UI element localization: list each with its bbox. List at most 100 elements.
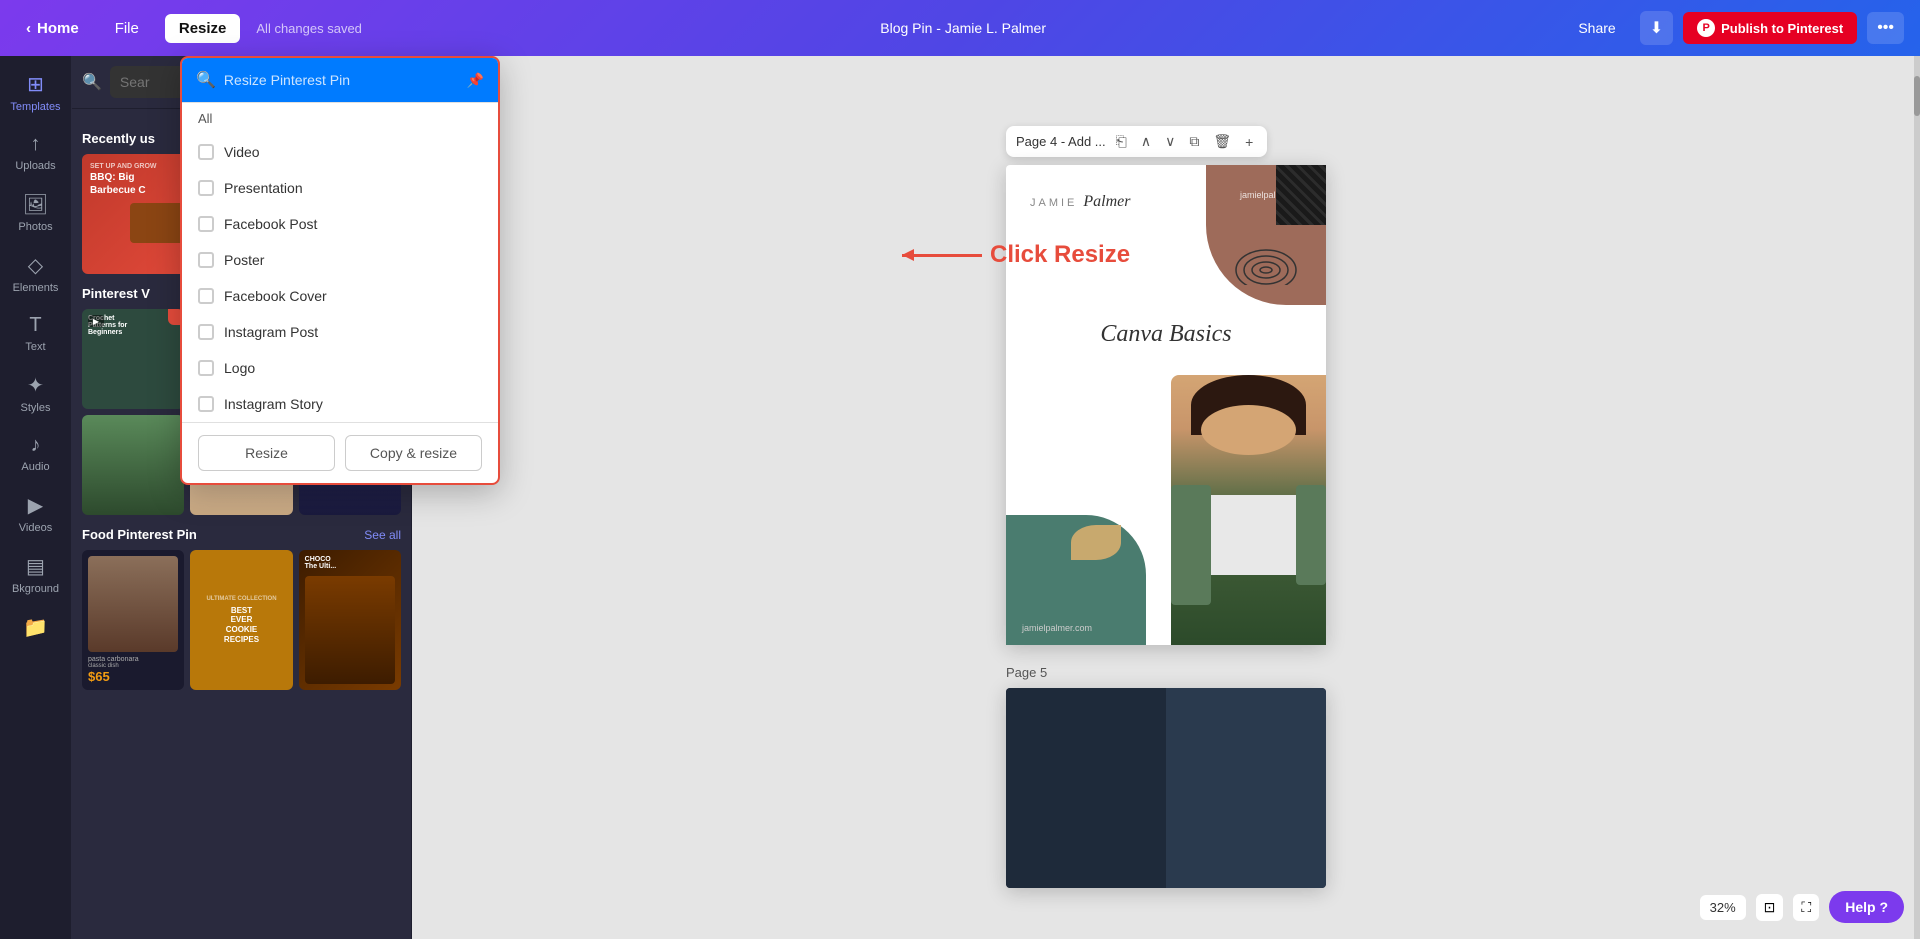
instagram-story-label: Instagram Story (224, 396, 323, 412)
page-copy-button[interactable]: ⎗ (1112, 131, 1131, 152)
cookie-card-inner: ULTIMATE COLLECTION BESTEVERCOOKIERECIPE… (190, 550, 292, 690)
page4[interactable]: JAMIE Palmer Canva Basics jamielpalmer.c… (1006, 165, 1326, 645)
sidebar-item-label: Templates (10, 101, 60, 113)
resize-option-instagram-story[interactable]: Instagram Story (182, 386, 498, 422)
logo-label: Logo (224, 360, 255, 376)
facebook-post-checkbox[interactable] (198, 216, 214, 232)
sidebar-item-styles[interactable]: ✦ Styles (4, 365, 68, 422)
choco-label: CHOCOThe Ulti... (305, 556, 395, 570)
resize-options: All Video Presentation Facebook Post Pos… (182, 103, 498, 422)
page-up-button[interactable]: ∧ (1137, 131, 1155, 152)
facebook-cover-checkbox[interactable] (198, 288, 214, 304)
sidebar-item-label: Text (25, 341, 45, 353)
resize-option-facebook-cover[interactable]: Facebook Cover (182, 278, 498, 314)
page-down-button[interactable]: ∨ (1161, 131, 1179, 152)
canvas-scrollbar[interactable] (1914, 56, 1920, 939)
pin-video-card-hands[interactable] (82, 415, 184, 515)
more-icon: ••• (1877, 19, 1894, 36)
resize-option-logo[interactable]: Logo (182, 350, 498, 386)
page4-person (1171, 375, 1326, 645)
download-button[interactable]: ⬇ (1640, 11, 1673, 45)
videos-icon: ▶ (28, 493, 43, 518)
page4-stripe-pattern (1276, 165, 1326, 225)
presentation-label: Presentation (224, 180, 303, 196)
page4-main-title: Canva Basics (1026, 320, 1306, 349)
page-delete-button[interactable]: 🗑 (1209, 131, 1235, 152)
styles-icon: ✦ (27, 373, 44, 398)
person-silhouette (1171, 375, 1326, 645)
resize-option-video[interactable]: Video (182, 134, 498, 170)
saved-text: All changes saved (256, 21, 362, 36)
sidebar-item-label: Uploads (15, 160, 55, 172)
sidebar-item-text[interactable]: T Text (4, 306, 68, 361)
food-section: Food Pinterest Pin See all pasta carbona… (82, 527, 401, 690)
sidebar-item-background[interactable]: ▤ Bkground (4, 546, 68, 603)
sidebar-item-folder[interactable]: 📁 (4, 607, 68, 648)
publish-button[interactable]: P Publish to Pinterest (1683, 12, 1857, 44)
resize-option-instagram-post[interactable]: Instagram Post (182, 314, 498, 350)
text-icon: T (29, 314, 41, 337)
resize-button[interactable]: Resize (165, 14, 241, 43)
home-button[interactable]: ‹ Home (16, 14, 89, 43)
resize-option-poster[interactable]: Poster (182, 242, 498, 278)
back-icon: ‹ (26, 20, 31, 37)
page5-inner (1006, 688, 1326, 888)
resize-option-presentation[interactable]: Presentation (182, 170, 498, 206)
food-card-choco[interactable]: CHOCOThe Ulti... (299, 550, 401, 690)
resize-actions: Resize Copy & resize (182, 422, 498, 483)
page4-container: Page 4 - Add ... ⎗ ∧ ∨ ⧉ 🗑 + (1006, 126, 1326, 645)
instagram-story-checkbox[interactable] (198, 396, 214, 412)
resize-dropdown: 🔍 📌 All Video Presentation Facebook Post… (180, 56, 500, 485)
food-card-cookie[interactable]: ULTIMATE COLLECTION BESTEVERCOOKIERECIPE… (190, 550, 292, 690)
resize-confirm-button[interactable]: Resize (198, 435, 335, 471)
pasta-card-inner: pasta carbonara classic dish $65 (82, 550, 184, 690)
zoom-page-icon[interactable]: ⊡ (1756, 894, 1784, 921)
download-icon: ⬇ (1650, 20, 1663, 37)
resize-search-icon: 🔍 (196, 70, 216, 90)
page5[interactable] (1006, 688, 1326, 888)
pin-video-card-crochet[interactable]: ▶ CrochetPatterns forBeginners (82, 309, 184, 409)
presentation-checkbox[interactable] (198, 180, 214, 196)
search-icon: 🔍 (82, 72, 102, 92)
sidebar-item-photos[interactable]: 🖼 Photos (4, 184, 68, 241)
resize-option-facebook-post[interactable]: Facebook Post (182, 206, 498, 242)
page4-label: Page 4 - Add ... (1016, 134, 1106, 149)
instagram-post-checkbox[interactable] (198, 324, 214, 340)
help-button[interactable]: Help ? (1829, 891, 1904, 923)
sidebar-item-audio[interactable]: ♪ Audio (4, 426, 68, 481)
page4-name-area: JAMIE Palmer (1030, 193, 1131, 211)
poster-checkbox[interactable] (198, 252, 214, 268)
zoom-expand-icon[interactable]: ⛶ (1793, 894, 1819, 921)
resize-search-input[interactable] (224, 72, 459, 88)
pin-icon[interactable]: 📌 (467, 72, 484, 89)
video-checkbox[interactable] (198, 144, 214, 160)
share-button[interactable]: Share (1564, 13, 1629, 43)
sidebar-item-label: Bkground (12, 583, 59, 595)
sidebar-item-videos[interactable]: ▶ Videos (4, 485, 68, 542)
sidebar-item-elements[interactable]: ◇ Elements (4, 245, 68, 302)
food-card-pasta[interactable]: pasta carbonara classic dish $65 (82, 550, 184, 690)
file-button[interactable]: File (105, 14, 149, 43)
sidebar-item-templates[interactable]: ⊞ Templates (4, 64, 68, 121)
uploads-icon: ↑ (31, 133, 41, 156)
page4-leaf-shape (1071, 525, 1121, 560)
copy-resize-button[interactable]: Copy & resize (345, 435, 482, 471)
bottom-bar: 32% ⊡ ⛶ Help ? (1700, 891, 1904, 923)
topbar-center: Blog Pin - Jamie L. Palmer (374, 20, 1552, 36)
sidebar-item-label: Elements (13, 282, 59, 294)
page-duplicate-button[interactable]: ⧉ (1185, 131, 1203, 152)
play-icon: ▶ (88, 315, 104, 327)
sidebar-item-uploads[interactable]: ↑ Uploads (4, 125, 68, 180)
logo-checkbox[interactable] (198, 360, 214, 376)
canvas-pages: Page 4 - Add ... ⎗ ∧ ∨ ⧉ 🗑 + (432, 126, 1900, 888)
sidebar-item-label: Videos (19, 522, 52, 534)
choco-card-inner: CHOCOThe Ulti... (299, 550, 401, 690)
page4-last-name: Palmer (1083, 193, 1130, 211)
cookie-subtitle: ULTIMATE COLLECTION (206, 596, 276, 602)
page-add-button[interactable]: + (1241, 132, 1257, 152)
see-all-food[interactable]: See all (364, 528, 401, 542)
zoom-level: 32% (1700, 895, 1746, 920)
video-label: Video (224, 144, 260, 160)
pinterest-v-title: Pinterest V (82, 286, 150, 301)
more-button[interactable]: ••• (1867, 12, 1904, 44)
